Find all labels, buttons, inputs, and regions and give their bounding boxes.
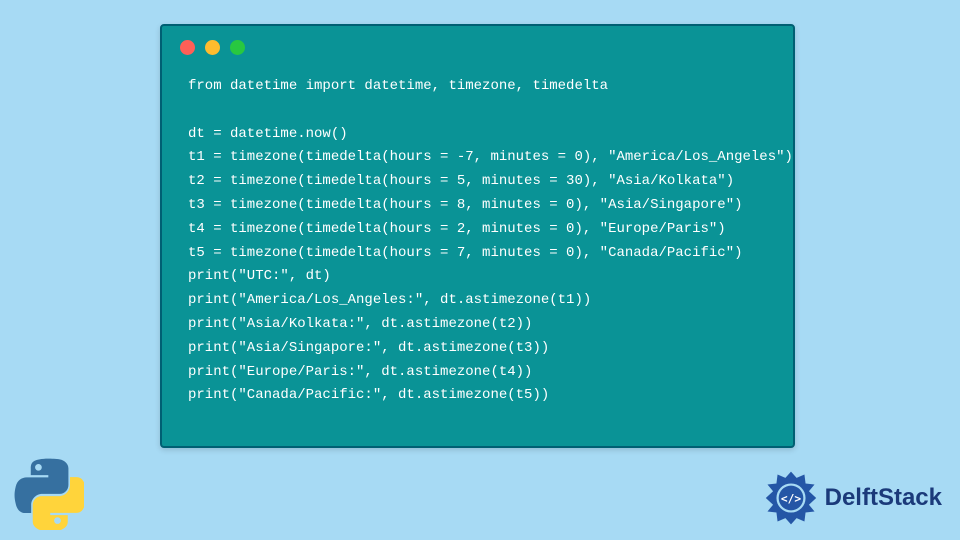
- delftstack-mark-icon: </>: [763, 470, 819, 526]
- window-traffic-lights: [162, 26, 793, 65]
- delftstack-logo: </> DelftStack: [763, 470, 942, 526]
- maximize-icon: [230, 40, 245, 55]
- code-block: from datetime import datetime, timezone,…: [162, 65, 793, 426]
- minimize-icon: [205, 40, 220, 55]
- code-panel: from datetime import datetime, timezone,…: [160, 24, 795, 448]
- python-logo-icon: [12, 458, 84, 530]
- brand-name: DelftStack: [825, 484, 942, 512]
- close-icon: [180, 40, 195, 55]
- svg-text:</>: </>: [781, 492, 801, 505]
